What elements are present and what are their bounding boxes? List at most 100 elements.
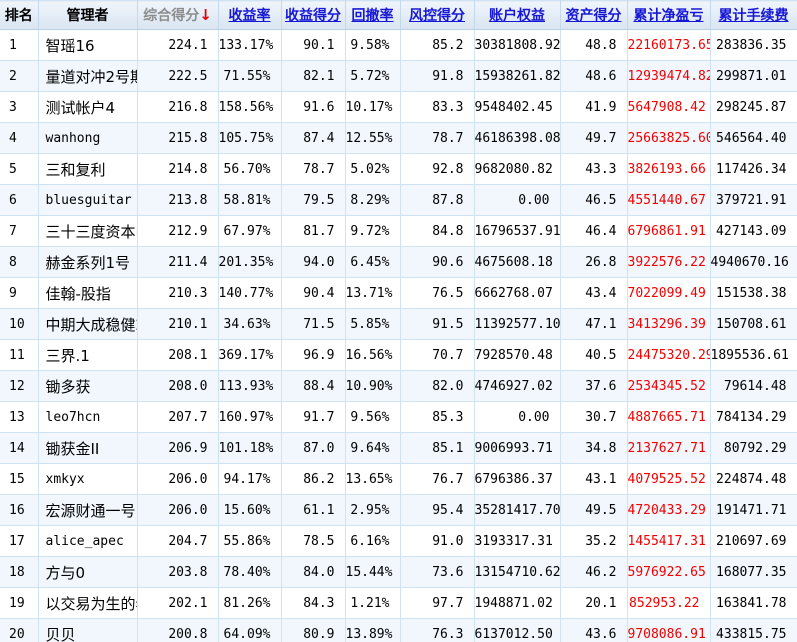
col-header-rank: 排名 [0,1,38,30]
cell-account_equity: 7928570.48 [474,340,560,371]
cell-risk_score: 90.6 [400,247,474,278]
cell-composite_score: 214.8 [137,154,218,185]
cell-return_score: 91.7 [281,402,345,433]
cell-rank: 9 [0,278,38,309]
col-header-label: 收益得分 [285,8,341,24]
col-header-return_rate[interactable]: 收益率 [218,1,281,30]
col-header-label: 排名 [5,8,33,24]
cell-asset_score: 46.5 [560,185,627,216]
cell-rank: 1 [0,30,38,61]
cell-return_score: 84.0 [281,557,345,588]
cell-return_score: 81.7 [281,216,345,247]
cell-cum_net_pnl: 4551440.67 [627,185,710,216]
cell-cum_fee: 224874.48 [710,464,797,495]
cell-manager: 锄获金II [38,433,137,464]
table-row: 18方与0203.878.40%84.015.44%73.613154710.6… [0,557,797,588]
cell-account_equity: 13154710.62 [474,557,560,588]
cell-composite_score: 212.9 [137,216,218,247]
table-row: 20贝贝200.864.09%80.913.89%76.36137012.504… [0,619,797,642]
cell-drawdown_rate: 5.85% [345,309,400,340]
cell-drawdown_rate: 15.44% [345,557,400,588]
cell-rank: 17 [0,526,38,557]
cell-account_equity: 0.00 [474,185,560,216]
cell-composite_score: 208.1 [137,340,218,371]
cell-asset_score: 20.1 [560,588,627,619]
cell-cum_net_pnl: 852953.22 [627,588,710,619]
cell-risk_score: 87.8 [400,185,474,216]
col-header-label: 风控得分 [409,8,465,24]
col-header-drawdown_rate[interactable]: 回撤率 [345,1,400,30]
cell-composite_score: 208.0 [137,371,218,402]
cell-cum_net_pnl: 7022099.49 [627,278,710,309]
col-header-risk_score[interactable]: 风控得分 [400,1,474,30]
cell-return_score: 90.4 [281,278,345,309]
table-row: 17alice_apec204.755.86%78.56.16%91.03193… [0,526,797,557]
col-header-cum_net_pnl[interactable]: 累计净盈亏 [627,1,710,30]
cell-rank: 13 [0,402,38,433]
cell-risk_score: 91.8 [400,61,474,92]
cell-cum_net_pnl: 3413296.39 [627,309,710,340]
cell-cum_fee: 784134.29 [710,402,797,433]
col-header-label: 综合得分 [143,8,199,24]
cell-account_equity: 9006993.71 [474,433,560,464]
cell-cum_fee: 427143.09 [710,216,797,247]
table-row: 15xmkyx206.094.17%86.213.65%76.76796386.… [0,464,797,495]
cell-composite_score: 206.0 [137,464,218,495]
cell-cum_net_pnl: 2534345.52 [627,371,710,402]
table-row: 4wanhong215.8105.75%87.412.55%78.7461863… [0,123,797,154]
cell-return_rate: 201.35% [218,247,281,278]
cell-manager: wanhong [38,123,137,154]
cell-drawdown_rate: 6.16% [345,526,400,557]
cell-asset_score: 46.4 [560,216,627,247]
cell-rank: 19 [0,588,38,619]
cell-asset_score: 37.6 [560,371,627,402]
cell-drawdown_rate: 8.29% [345,185,400,216]
cell-return_score: 78.7 [281,154,345,185]
col-header-account_equity[interactable]: 账户权益 [474,1,560,30]
cell-rank: 3 [0,92,38,123]
table-row: 19以交易为生的老202.181.26%84.31.21%97.71948871… [0,588,797,619]
cell-asset_score: 40.5 [560,340,627,371]
cell-return_score: 78.5 [281,526,345,557]
cell-composite_score: 224.1 [137,30,218,61]
cell-return_score: 87.4 [281,123,345,154]
cell-asset_score: 35.2 [560,526,627,557]
table-row: 16宏源财通一号206.015.60%61.12.95%95.435281417… [0,495,797,526]
col-header-return_score[interactable]: 收益得分 [281,1,345,30]
cell-return_rate: 105.75% [218,123,281,154]
cell-risk_score: 73.6 [400,557,474,588]
cell-risk_score: 92.8 [400,154,474,185]
table-row: 6bluesguitar213.858.81%79.58.29%87.80.00… [0,185,797,216]
cell-return_score: 88.4 [281,371,345,402]
cell-rank: 15 [0,464,38,495]
col-header-label: 账户权益 [489,8,545,24]
col-header-label: 累计手续费 [719,8,789,24]
cell-account_equity: 4675608.18 [474,247,560,278]
cell-account_equity: 0.00 [474,402,560,433]
cell-return_score: 71.5 [281,309,345,340]
cell-drawdown_rate: 6.45% [345,247,400,278]
cell-asset_score: 43.4 [560,278,627,309]
cell-return_score: 94.0 [281,247,345,278]
cell-drawdown_rate: 13.89% [345,619,400,642]
col-header-asset_score[interactable]: 资产得分 [560,1,627,30]
cell-manager: 智瑶16 [38,30,137,61]
table-header: 排名 管理者 综合得分↓收益率收益得分回撤率风控得分 账户权益资产得分累计净盈亏累计手… [0,1,797,30]
cell-cum_fee: 1895536.61 [710,340,797,371]
cell-account_equity: 9682080.82 [474,154,560,185]
table-row: 2量道对冲2号期222.571.55%82.15.72%91.815938261… [0,61,797,92]
cell-cum_fee: 299871.01 [710,61,797,92]
cell-cum_fee: 117426.34 [710,154,797,185]
col-header-cum_fee[interactable]: 累计手续费 [710,1,797,30]
table-body: 1智瑶16224.1133.17%90.19.58%85.230381808.9… [0,30,797,642]
cell-composite_score: 202.1 [137,588,218,619]
cell-return_score: 86.2 [281,464,345,495]
cell-return_score: 87.0 [281,433,345,464]
col-header-composite_score[interactable]: 综合得分↓ [137,1,218,30]
cell-manager: 方与0 [38,557,137,588]
col-header-label: 管理者 [67,8,109,24]
header-row: 排名 管理者 综合得分↓收益率收益得分回撤率风控得分 账户权益资产得分累计净盈亏累计手… [0,1,797,30]
cell-return_rate: 78.40% [218,557,281,588]
table-row: 14锄获金II206.9101.18%87.09.64%85.19006993.… [0,433,797,464]
cell-risk_score: 76.3 [400,619,474,642]
